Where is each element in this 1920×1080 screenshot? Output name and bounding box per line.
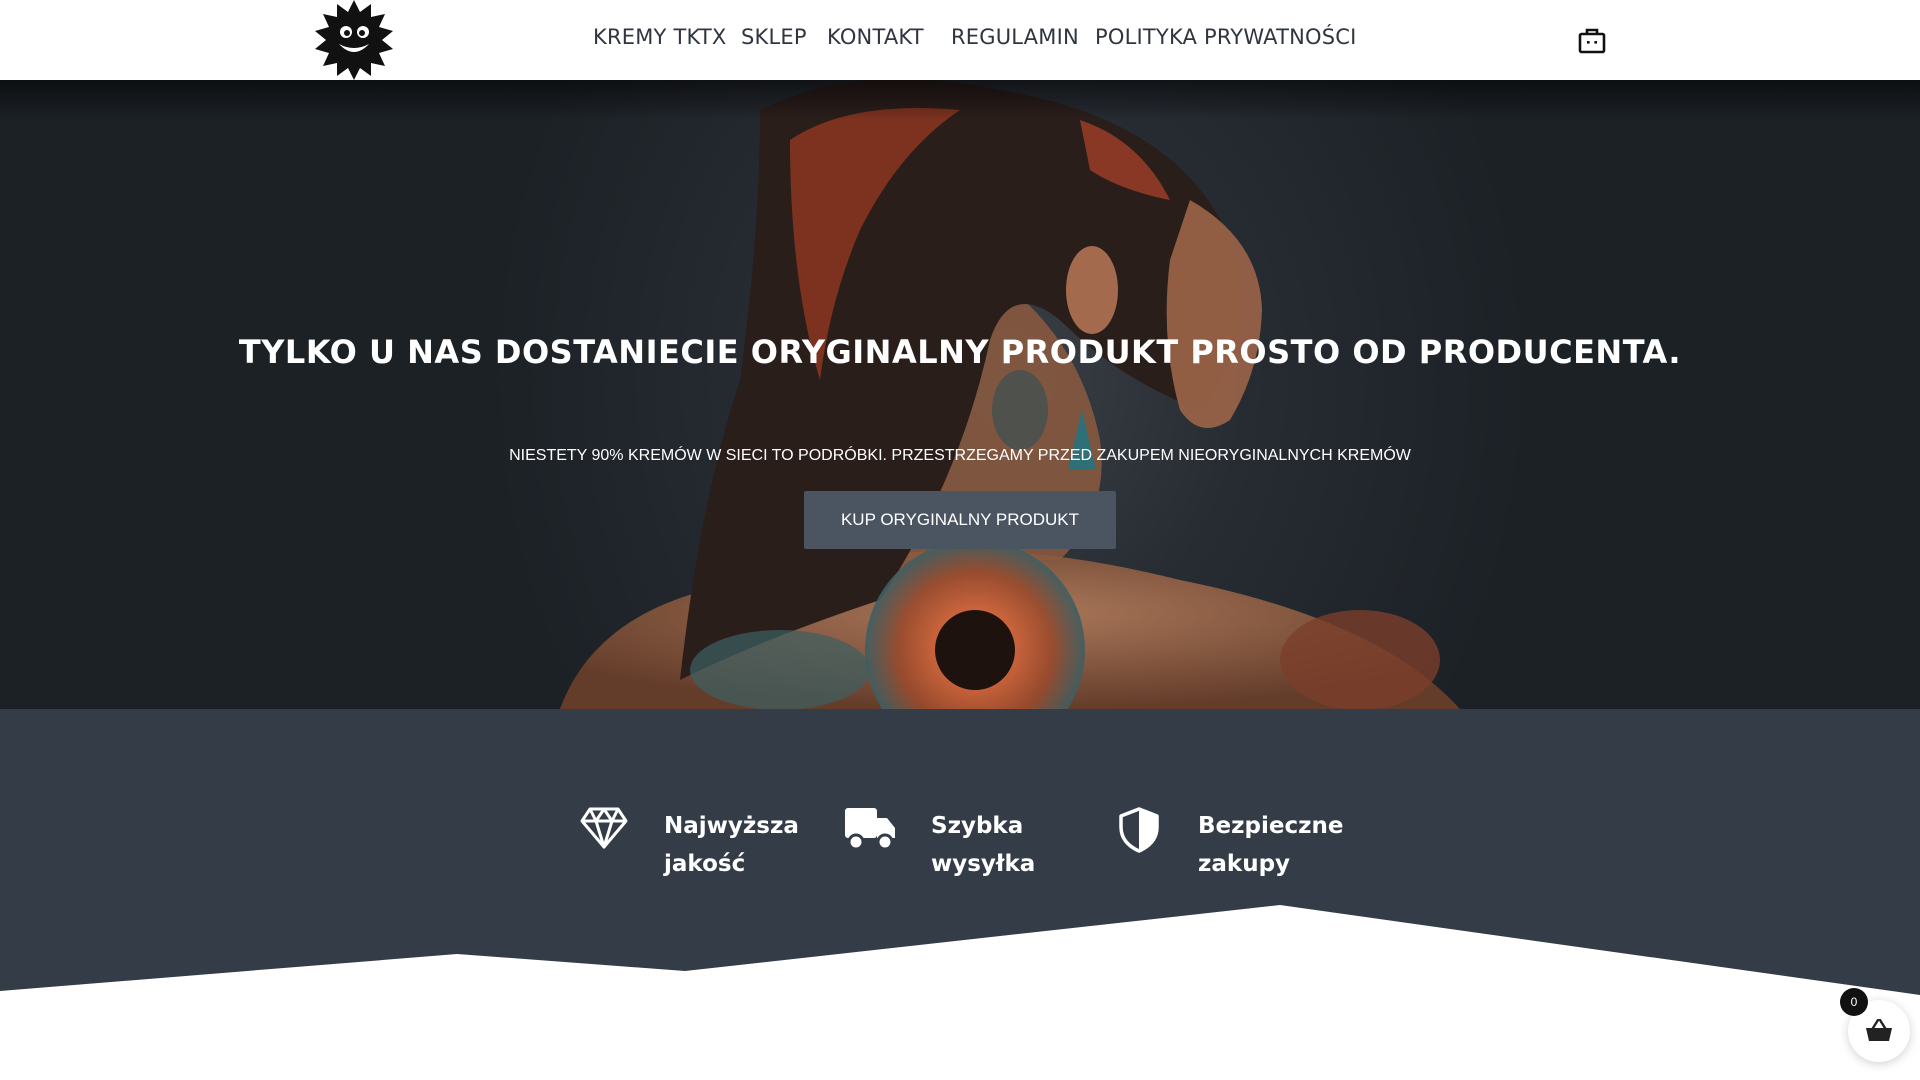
cart-count-badge: 0 bbox=[1840, 988, 1868, 1016]
hero-background-image bbox=[560, 80, 1460, 709]
hero-title: TYLKO U NAS DOSTANIECIE ORYGINALNY PRODU… bbox=[238, 333, 1682, 371]
features-strip: Najwyższa jakość Szybka wysyłka Bezpiecz… bbox=[0, 709, 1920, 995]
feature-quality-line2: jakość bbox=[664, 851, 746, 877]
nav-item-regulamin[interactable]: REGULAMIN bbox=[951, 25, 1079, 49]
hero-banner: TYLKO U NAS DOSTANIECIE ORYGINALNY PRODU… bbox=[0, 80, 1920, 709]
feature-shipping-line2: wysyłka bbox=[931, 851, 1036, 877]
feature-secure-line2: zakupy bbox=[1198, 851, 1291, 877]
feature-shipping-line1: Szybka bbox=[931, 813, 1024, 839]
diamond-icon bbox=[580, 807, 628, 849]
shopping-bag-icon[interactable] bbox=[1578, 26, 1606, 54]
feature-shipping: Szybka wysyłka bbox=[931, 807, 1091, 883]
nav-item-polityka-prywatnosci[interactable]: POLITYKA PRYWATNOŚCI bbox=[1095, 25, 1357, 49]
nav-item-sklep[interactable]: SKLEP bbox=[741, 25, 807, 49]
feature-secure: Bezpieczne zakupy bbox=[1198, 807, 1358, 883]
truck-icon bbox=[845, 808, 895, 850]
hero-subtitle: NIESTETY 90% KREMÓW W SIECI TO PODRÓBKI.… bbox=[509, 447, 1411, 464]
buy-original-button[interactable]: KUP ORYGINALNY PRODUKT bbox=[804, 491, 1116, 549]
basket-icon bbox=[1866, 1019, 1892, 1041]
feature-quality: Najwyższa jakość bbox=[664, 807, 824, 883]
nav-item-kremy-tktx[interactable]: KREMY TKTX bbox=[593, 25, 726, 49]
site-header: KREMY TKTX SKLEP KONTAKT REGULAMIN POLIT… bbox=[0, 0, 1920, 80]
header-shadow bbox=[0, 80, 1920, 120]
shield-icon bbox=[1119, 807, 1159, 853]
main-nav: KREMY TKTX SKLEP KONTAKT REGULAMIN POLIT… bbox=[0, 0, 1920, 80]
nav-item-kontakt[interactable]: KONTAKT bbox=[827, 25, 924, 49]
feature-quality-line1: Najwyższa bbox=[664, 813, 799, 839]
feature-secure-line1: Bezpieczne bbox=[1198, 813, 1344, 839]
